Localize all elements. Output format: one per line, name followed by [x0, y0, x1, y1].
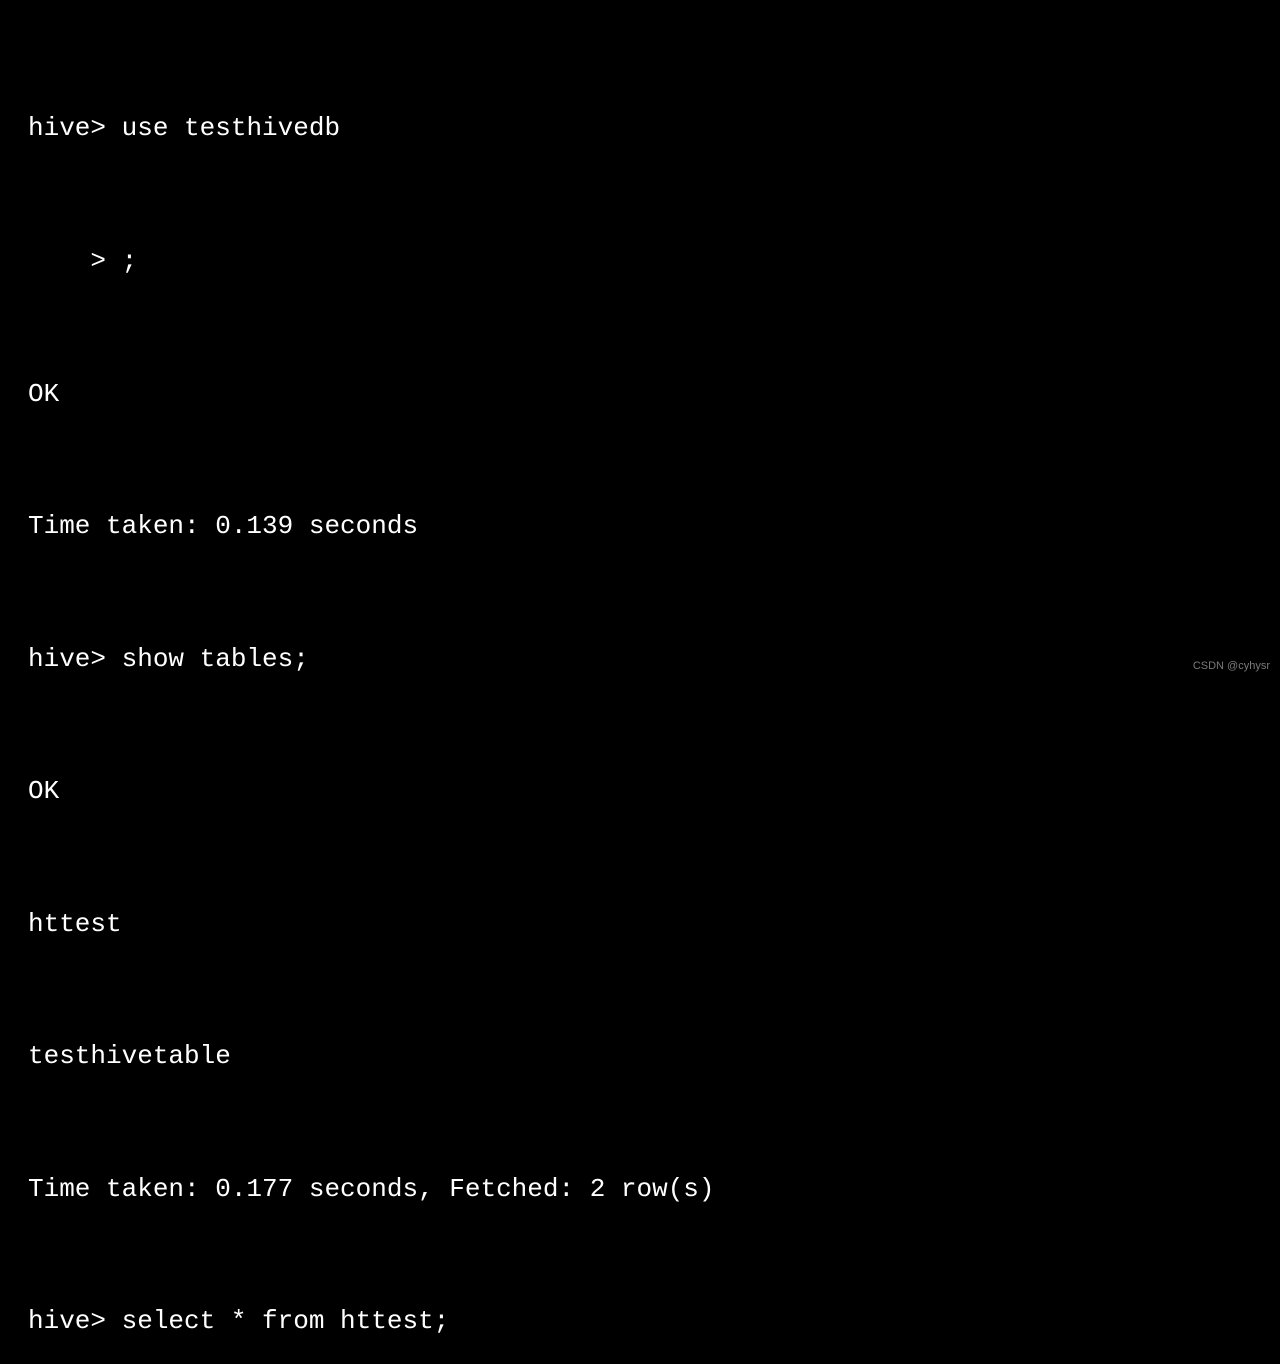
terminal-line: hive> show tables; — [28, 637, 1252, 681]
command-text: select * from httest; — [122, 1306, 450, 1336]
terminal-line: httest — [28, 902, 1252, 946]
terminal-line: hive> use testhivedb — [28, 106, 1252, 150]
terminal-line: Time taken: 0.177 seconds, Fetched: 2 ro… — [28, 1167, 1252, 1211]
output-text: OK — [28, 776, 59, 806]
output-text: Time taken: 0.177 seconds, Fetched: 2 ro… — [28, 1174, 715, 1204]
command-text: ; — [122, 246, 138, 276]
output-text: OK — [28, 379, 59, 409]
terminal-line: OK — [28, 372, 1252, 416]
watermark-text: CSDN @cyhysr — [1193, 657, 1270, 676]
command-text: use testhivedb — [122, 113, 340, 143]
terminal-output[interactable]: hive> use testhivedb > ; OK Time taken: … — [28, 18, 1252, 1364]
terminal-line: Time taken: 0.139 seconds — [28, 504, 1252, 548]
terminal-line: OK — [28, 769, 1252, 813]
prompt: > — [28, 246, 122, 276]
output-text: httest — [28, 909, 122, 939]
terminal-line: hive> select * from httest; — [28, 1299, 1252, 1343]
command-text: show tables; — [122, 644, 309, 674]
prompt: hive> — [28, 1306, 122, 1336]
terminal-line: > ; — [28, 239, 1252, 283]
prompt: hive> — [28, 644, 122, 674]
prompt: hive> — [28, 113, 122, 143]
output-text: Time taken: 0.139 seconds — [28, 511, 418, 541]
output-text: testhivetable — [28, 1041, 231, 1071]
terminal-line: testhivetable — [28, 1034, 1252, 1078]
